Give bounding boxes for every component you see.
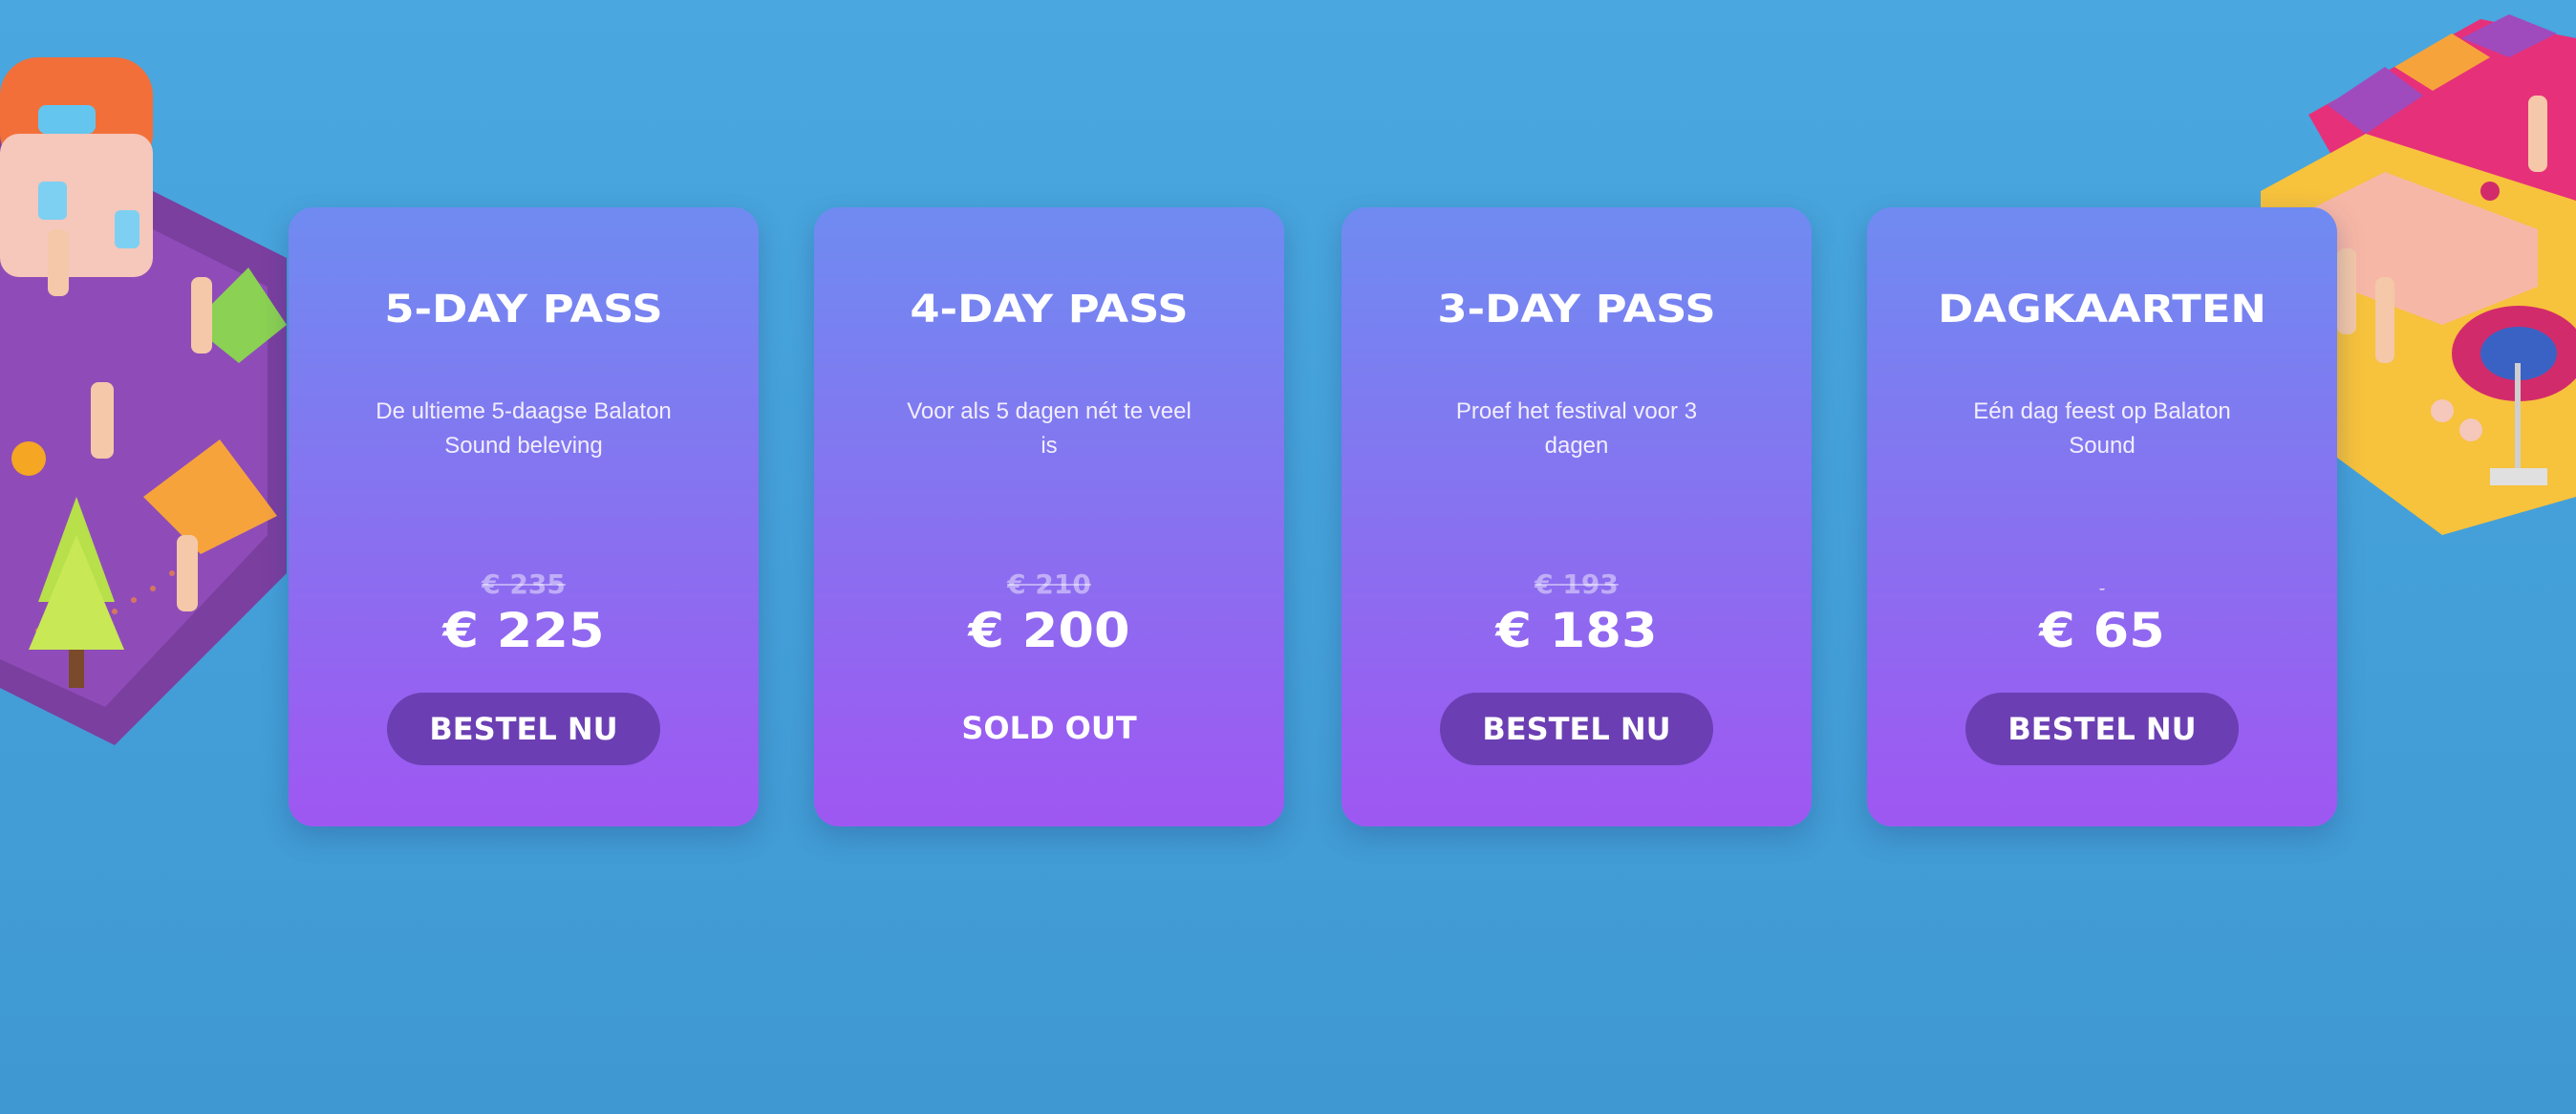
card-title: 3-DAY PASS	[1437, 288, 1716, 332]
card-description: Voor als 5 dagen nét te veel is	[907, 398, 1191, 459]
card-title: 4-DAY PASS	[910, 288, 1189, 332]
price: € 200	[968, 603, 1130, 658]
order-button[interactable]: BESTEL NU	[1440, 693, 1713, 765]
order-button[interactable]: BESTEL NU	[387, 693, 660, 765]
ticket-card-4-day: 4-DAY PASS Voor als 5 dagen nét te veel …	[814, 207, 1284, 826]
old-price: -	[2099, 582, 2105, 597]
price: € 183	[1495, 603, 1658, 658]
ticket-card-3-day: 3-DAY PASS Proef het festival voor 3 dag…	[1342, 207, 1812, 826]
ticket-cards: 5-DAY PASS De ultieme 5-daagse Balaton S…	[289, 207, 2337, 828]
card-title: DAGKAARTEN	[1938, 288, 2266, 332]
card-title: 5-DAY PASS	[384, 288, 663, 332]
sold-out-label: SOLD OUT	[961, 710, 1137, 746]
order-button[interactable]: BESTEL NU	[1965, 693, 2239, 765]
festival-camping-illustration	[0, 57, 287, 745]
old-price: € 235	[482, 568, 566, 600]
ticket-card-5-day: 5-DAY PASS De ultieme 5-daagse Balaton S…	[289, 207, 759, 826]
price: € 225	[442, 603, 605, 658]
old-price: € 210	[1007, 568, 1091, 600]
card-description: Proef het festival voor 3 dagen	[1455, 398, 1698, 459]
card-description: De ultieme 5-daagse Balaton Sound belevi…	[376, 398, 672, 459]
old-price: € 193	[1535, 568, 1619, 600]
price: € 65	[2039, 603, 2165, 658]
card-description: Eén dag feest op Balaton Sound	[1973, 398, 2231, 459]
ticket-card-day: DAGKAARTEN Eén dag feest op Balaton Soun…	[1867, 207, 2337, 826]
